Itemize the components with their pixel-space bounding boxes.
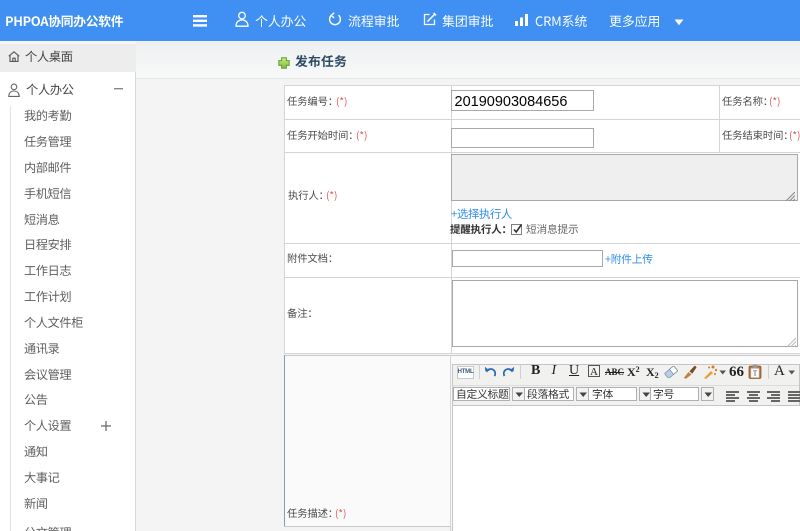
svg-text:T: T	[753, 369, 758, 377]
